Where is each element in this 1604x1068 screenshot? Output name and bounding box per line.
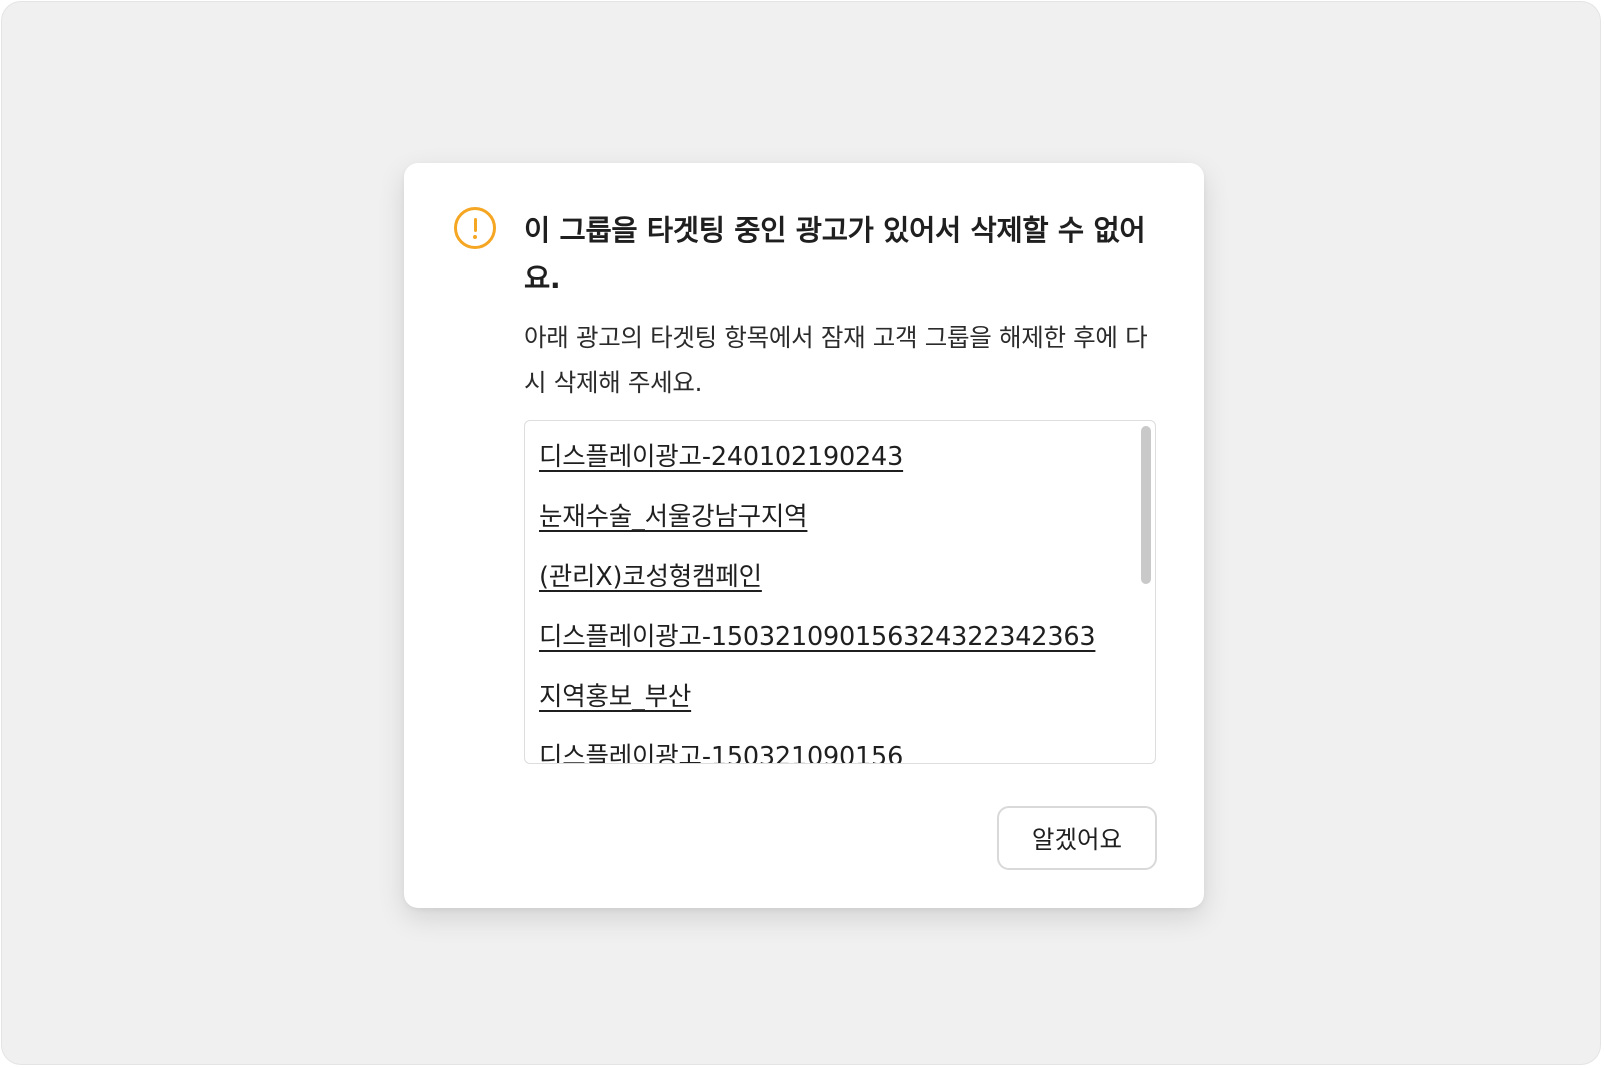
delete-blocked-dialog: 이 그룹을 타겟팅 중인 광고가 있어서 삭제할 수 없어요. 아래 광고의 타…: [404, 163, 1204, 908]
list-scrollbar[interactable]: [1139, 423, 1153, 761]
dialog-description: 아래 광고의 타겟팅 항목에서 잠재 고객 그룹을 해제한 후에 다시 삭제해 …: [524, 323, 1148, 397]
warning-circle-icon: [454, 207, 496, 249]
ad-link[interactable]: 눈재수술_서울강남구지역: [539, 497, 1131, 557]
ad-link[interactable]: (관리X)코성형캠페인: [539, 557, 1131, 617]
ad-list-container[interactable]: 디스플레이광고-240102190243 눈재수술_서울강남구지역 (관리X)코…: [524, 420, 1156, 764]
confirm-button[interactable]: 알겠어요: [997, 806, 1157, 870]
ad-link[interactable]: 디스플레이광고-240102190243: [539, 437, 1131, 497]
dialog-title: 이 그룹을 타겟팅 중인 광고가 있어서 삭제할 수 없어요.: [524, 214, 1146, 295]
ad-link[interactable]: 지역홍보_부산: [539, 677, 1131, 737]
ad-list: 디스플레이광고-240102190243 눈재수술_서울강남구지역 (관리X)코…: [539, 437, 1131, 763]
modal-backdrop: 이 그룹을 타겟팅 중인 광고가 있어서 삭제할 수 없어요. 아래 광고의 타…: [1, 1, 1601, 1065]
scrollbar-thumb[interactable]: [1141, 426, 1151, 584]
ad-link[interactable]: 디스플레이광고-150321090156324322342363: [539, 617, 1131, 677]
ad-link[interactable]: 디스플레이광고-150321090156: [539, 737, 1131, 763]
